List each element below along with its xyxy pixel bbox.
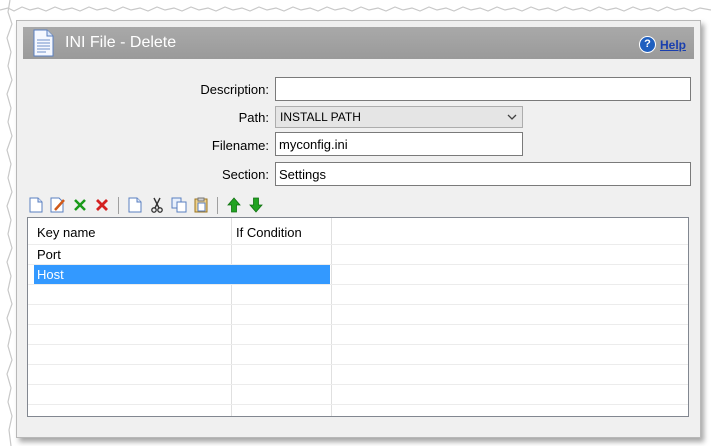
check-icon[interactable]	[69, 195, 91, 215]
help-link[interactable]: Help	[660, 38, 686, 52]
window-title: INI File - Delete	[65, 34, 177, 51]
paste-clipboard-icon[interactable]	[190, 195, 212, 215]
ini-file-delete-panel: INI File - Delete ? Help Description: Pa…	[16, 20, 701, 438]
path-select-value: INSTALL PATH	[280, 110, 361, 124]
empty-row	[28, 404, 688, 416]
path-select[interactable]: INSTALL PATH	[275, 106, 523, 128]
path-label: Path:	[238, 110, 269, 125]
arrow-down-icon[interactable]	[245, 195, 267, 215]
toolbar-separator-2	[217, 196, 218, 214]
empty-row	[28, 304, 688, 324]
new-document-icon[interactable]	[25, 195, 47, 215]
delete-x-icon[interactable]	[91, 195, 113, 215]
description-label: Description:	[200, 82, 269, 97]
toolbar-separator	[118, 196, 119, 214]
cut-scissors-icon[interactable]	[146, 195, 168, 215]
section-input[interactable]	[275, 162, 691, 186]
filename-label: Filename:	[211, 138, 269, 153]
copy-page-icon[interactable]	[124, 195, 146, 215]
column-header-if-condition[interactable]: If Condition	[236, 225, 302, 240]
key-name-cell: Port	[37, 247, 61, 262]
description-input[interactable]	[275, 77, 691, 101]
table-row[interactable]: Port	[28, 244, 688, 264]
selection-highlight	[34, 265, 330, 284]
empty-row	[28, 324, 688, 344]
title-bar: INI File - Delete ? Help	[23, 27, 694, 59]
empty-row	[28, 284, 688, 304]
empty-row	[28, 344, 688, 364]
key-name-cell: Host	[37, 267, 64, 282]
empty-row	[28, 364, 688, 384]
edit-document-icon[interactable]	[47, 195, 69, 215]
filename-input[interactable]	[275, 132, 523, 156]
document-icon	[33, 29, 54, 57]
duplicate-icon[interactable]	[168, 195, 190, 215]
toolbar	[25, 195, 267, 215]
empty-row	[28, 384, 688, 404]
chevron-down-icon[interactable]	[506, 111, 518, 123]
section-label: Section:	[222, 167, 269, 182]
question-circle-icon[interactable]: ?	[638, 36, 656, 53]
table-row-selected[interactable]: Host	[28, 264, 688, 284]
help-area[interactable]: ? Help	[638, 36, 686, 53]
ini-keys-grid[interactable]: Key name If Condition Port Host	[27, 217, 689, 417]
arrow-up-icon[interactable]	[223, 195, 245, 215]
torn-paper-top-edge	[0, 6, 711, 12]
column-header-key-name[interactable]: Key name	[37, 225, 96, 240]
grid-header: Key name If Condition	[28, 218, 688, 244]
